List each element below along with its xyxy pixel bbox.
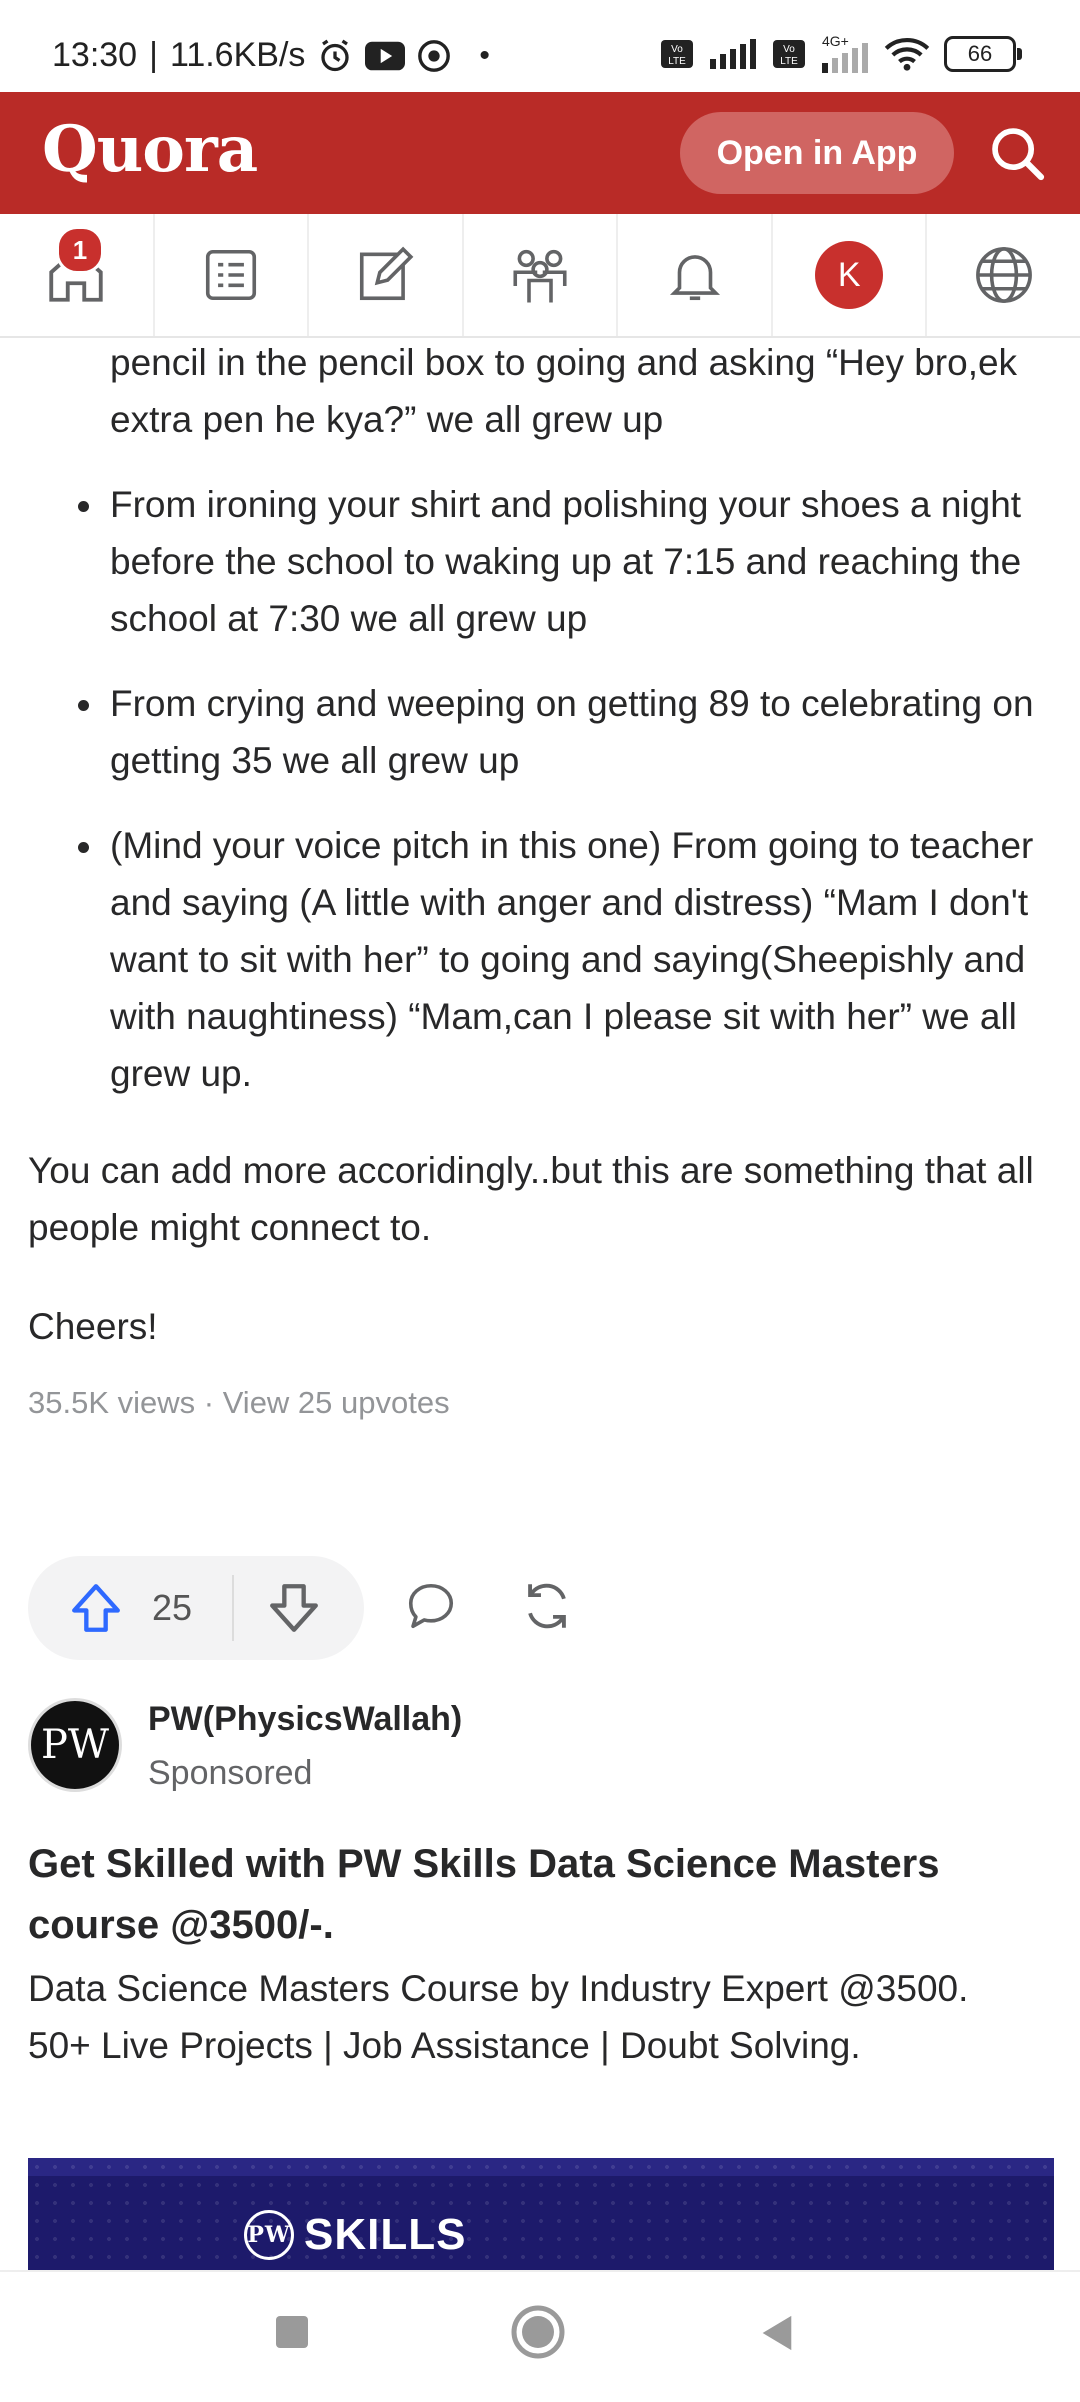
- answer-paragraph: You can add more accoridingly..but this …: [28, 1150, 1034, 1248]
- answer-list-icon: [205, 249, 256, 301]
- nav-write[interactable]: [309, 214, 464, 336]
- signal-icon-2: [822, 43, 868, 73]
- main-nav: 1 K: [0, 214, 1080, 338]
- reshare-icon: [528, 1583, 566, 1628]
- volte-icon-2: VoLTE: [773, 40, 805, 68]
- upvote-count: 25: [152, 1587, 193, 1628]
- system-navigation-bar: [0, 2270, 1080, 2402]
- back-triangle-icon[interactable]: [756, 2312, 796, 2354]
- comment-button[interactable]: [404, 1579, 458, 1638]
- advertiser-logo[interactable]: PW: [28, 1698, 122, 1792]
- pw-skills-emblem: PW: [244, 2210, 294, 2260]
- status-bar: 13:30 | 11.6KB/s • Vo LTE Vo LTE 4G+ 66: [0, 0, 1080, 92]
- top-header: Quora Open in App: [0, 92, 1080, 214]
- notifications-icon: [669, 255, 720, 301]
- quora-logo[interactable]: Quora: [42, 112, 258, 187]
- views-and-upvotes-link[interactable]: 35.5K views · View 25 upvotes: [28, 1385, 450, 1420]
- downvote-button[interactable]: [234, 1579, 354, 1637]
- vote-pill: 25: [28, 1556, 364, 1660]
- svg-text:Vo: Vo: [783, 44, 795, 55]
- notification-badge: 1: [56, 226, 104, 274]
- advertiser-name[interactable]: PW(PhysicsWallah): [148, 1700, 462, 1739]
- answer-stats[interactable]: 35.5K views · View 25 upvotes: [0, 1385, 1080, 1421]
- nav-home[interactable]: 1: [0, 214, 155, 336]
- ad-banner-image[interactable]: PW SKILLS: [28, 2158, 1054, 2270]
- svg-text:LTE: LTE: [780, 56, 798, 67]
- skills-wordmark: SKILLS: [304, 2210, 467, 2259]
- list-item: (Mind your voice pitch in this one) From…: [0, 817, 1080, 1102]
- edit-icon: [360, 246, 414, 301]
- language-globe-icon: [975, 247, 1032, 303]
- alarm-icon: [321, 39, 350, 71]
- banner-pattern: [28, 2158, 1054, 2270]
- ad-description: Data Science Masters Course by Industry …: [28, 1968, 969, 2066]
- recents-square-icon[interactable]: [272, 2312, 312, 2352]
- share-button[interactable]: [518, 1577, 576, 1640]
- home-circle-icon[interactable]: [510, 2304, 566, 2360]
- network-speed: 11.6KB/s: [169, 36, 306, 74]
- list-item: pencil in the pencil box to going and as…: [110, 342, 1018, 440]
- sponsored-label: Sponsored: [148, 1754, 313, 1792]
- open-in-app-button[interactable]: Open in App: [680, 112, 954, 194]
- downvote-arrow-icon: [270, 1584, 318, 1632]
- answer-signoff: Cheers!: [28, 1306, 158, 1347]
- comment-icon: [408, 1583, 454, 1628]
- nav-profile[interactable]: K: [773, 214, 928, 336]
- wifi-icon: [884, 38, 930, 71]
- dot-indicator: •: [479, 38, 490, 72]
- status-right: Vo LTE Vo LTE 4G+ 66: [660, 33, 1022, 73]
- pw-skills-logo: PW SKILLS: [244, 2210, 466, 2260]
- nav-spaces[interactable]: [464, 214, 619, 336]
- answer-bullet-list: pencil in the pencil box to going and as…: [0, 334, 1080, 1102]
- clock: 13:30: [52, 36, 138, 74]
- battery-indicator: 66: [944, 36, 1022, 72]
- nav-notifications[interactable]: [618, 214, 773, 336]
- svg-text:Vo: Vo: [671, 44, 683, 55]
- answer-action-bar: 25: [28, 1556, 576, 1660]
- list-item: From ironing your shirt and polishing yo…: [0, 476, 1080, 647]
- avatar: K: [815, 241, 884, 309]
- upvote-button[interactable]: [40, 1579, 152, 1637]
- spaces-icon: [513, 249, 567, 303]
- signal-icon: [710, 39, 756, 69]
- nav-following[interactable]: [155, 214, 310, 336]
- chrome-icon: [418, 39, 451, 72]
- nav-languages[interactable]: [927, 214, 1080, 336]
- svg-text:LTE: LTE: [668, 56, 686, 67]
- search-icon[interactable]: [986, 122, 1048, 184]
- answer-content: pencil in the pencil box to going and as…: [0, 336, 1080, 1421]
- upvote-arrow-icon: [72, 1584, 120, 1632]
- list-item: From crying and weeping on getting 89 to…: [0, 675, 1080, 789]
- status-left: 13:30 | 11.6KB/s •: [52, 36, 490, 74]
- volte-icon: VoLTE: [661, 40, 693, 68]
- ad-title[interactable]: Get Skilled with PW Skills Data Science …: [28, 1834, 1038, 1956]
- signal-2-group: 4G+: [820, 33, 870, 73]
- youtube-icon: [365, 41, 406, 70]
